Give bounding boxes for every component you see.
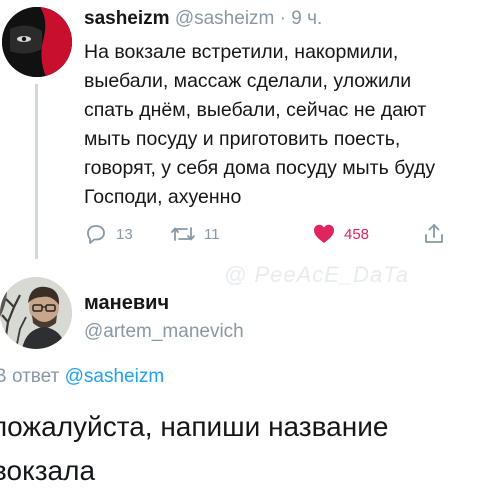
share-button[interactable] xyxy=(422,220,446,248)
retweet-icon xyxy=(171,227,195,241)
avatar-image xyxy=(2,7,72,77)
reply-avatar[interactable] xyxy=(0,277,72,349)
display-name[interactable]: sasheizm xyxy=(84,8,170,29)
reply-context: В ответ @sasheizm xyxy=(0,366,164,388)
reply-text: пожалуйста, напиши название вокзала xyxy=(0,405,500,493)
timestamp[interactable]: 9 ч. xyxy=(291,8,322,29)
watermark: @ PeeAcE_DaTa xyxy=(224,262,409,287)
reply-text-line: вокзала xyxy=(0,455,96,486)
separator: · xyxy=(279,8,286,29)
reply-user-handle[interactable]: @artem_manevich xyxy=(84,321,244,343)
reply-icon xyxy=(87,225,105,244)
tweet-text-line: спать днём, выебали, сейчас не дают xyxy=(84,99,427,121)
retweet-count: 11 xyxy=(204,225,220,243)
tweet-text-line: мыть посуду и приготовить поесть, xyxy=(84,128,401,150)
reply-count: 13 xyxy=(116,225,133,243)
reply-display-name[interactable]: маневич xyxy=(84,292,169,315)
tweet-header: sasheizm @sasheizm · 9 ч. xyxy=(84,8,322,30)
tweet-text-line: говорят, у себя дома посуду мыть буду xyxy=(84,157,436,179)
share-icon xyxy=(425,224,443,243)
retweet-button[interactable]: 11 xyxy=(170,220,220,248)
heart-icon xyxy=(314,224,334,243)
tweet-text-line: выебали, массаж сделали, уложили xyxy=(84,70,412,92)
avatar[interactable] xyxy=(2,7,72,77)
reply-button[interactable]: 13 xyxy=(84,220,133,248)
avatar-image xyxy=(0,277,72,349)
tweet-text: На вокзале встретили, накормили, выебали… xyxy=(84,38,500,212)
tweet-actions: 13 11 458 xyxy=(84,220,464,248)
reply-prefix: В ответ xyxy=(0,366,60,387)
reply-text-line: пожалуйста, напиши название xyxy=(0,411,389,442)
tweet-text-line: Господи, ахуенно xyxy=(84,186,242,208)
original-tweet: sasheizm @sasheizm · 9 ч. На вокзале вст… xyxy=(0,0,500,265)
reply-target-link[interactable]: @sasheizm xyxy=(65,366,165,387)
like-button[interactable]: 458 xyxy=(312,220,369,248)
tweet-text-line: На вокзале встретили, накормили, xyxy=(84,41,399,63)
user-handle[interactable]: @sasheizm xyxy=(175,8,275,29)
thread-line xyxy=(35,84,38,259)
like-count: 458 xyxy=(344,225,370,243)
